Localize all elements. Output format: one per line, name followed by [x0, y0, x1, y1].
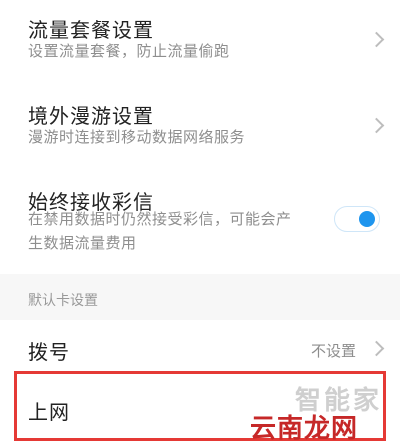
default-card-section-label: 默认卡设置 — [28, 293, 98, 309]
chevron-right-icon — [368, 340, 385, 357]
chevron-right-icon — [368, 31, 385, 48]
dial-title: 拨号 — [28, 340, 70, 364]
data-plan-subtitle: 设置流量套餐，防止流量偷跑 — [28, 42, 230, 60]
mms-subtitle-line2: 生数据流量费用 — [28, 234, 137, 252]
dial-value: 不设置 — [310, 342, 356, 360]
data-plan-settings-row[interactable]: 流量套餐设置 设置流量套餐，防止流量偷跑 — [0, 0, 400, 80]
toggle-knob — [359, 211, 375, 227]
roaming-title: 境外漫游设置 — [28, 104, 154, 128]
mms-toggle[interactable] — [334, 206, 380, 232]
dial-row[interactable]: 拨号 不设置 — [0, 322, 400, 372]
watermark-bottom: 云南龙网 — [249, 414, 358, 444]
data-plan-title: 流量套餐设置 — [28, 18, 154, 42]
chevron-right-icon — [368, 117, 385, 134]
mms-always-receive-row: 始终接收彩信 在禁用数据时仍然接受彩信，可能会产 生数据流量费用 — [0, 178, 400, 278]
mms-subtitle-line1: 在禁用数据时仍然接受彩信，可能会产 — [28, 210, 292, 228]
roaming-subtitle: 漫游时连接到移动数据网络服务 — [28, 128, 246, 146]
roaming-settings-row[interactable]: 境外漫游设置 漫游时连接到移动数据网络服务 — [0, 90, 400, 170]
